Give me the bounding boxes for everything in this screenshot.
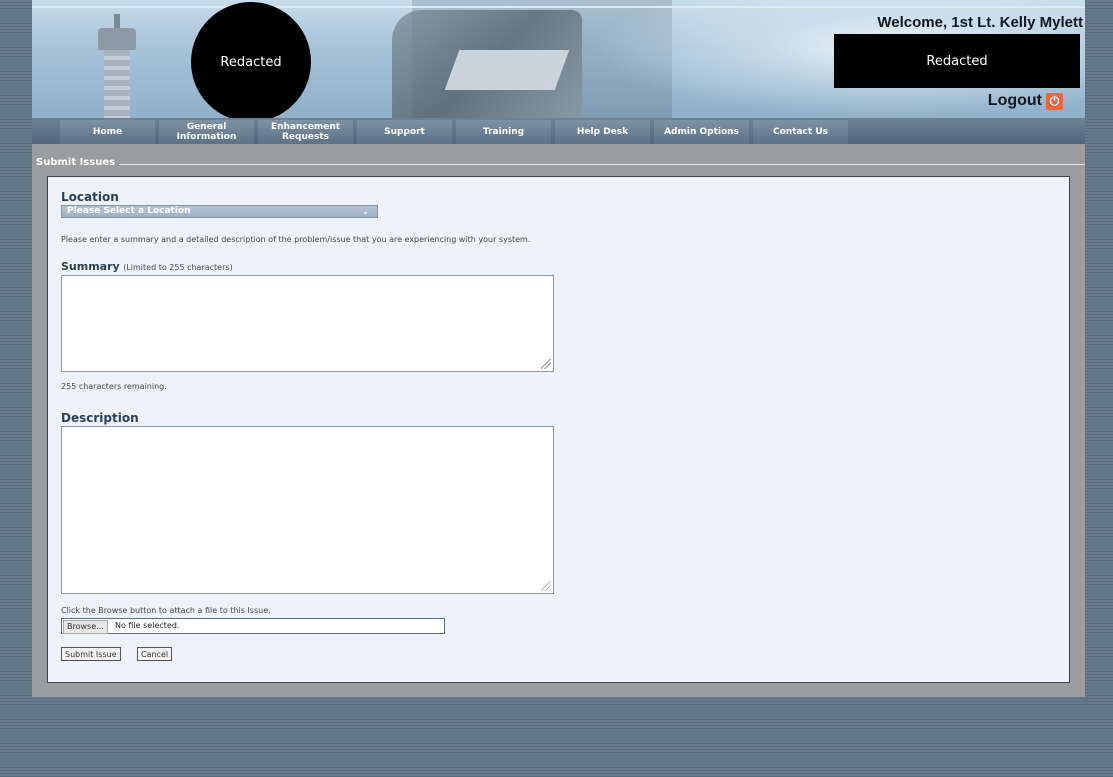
location-select[interactable]: Please Select a Location ⌄ (61, 205, 378, 218)
section-legend: Submit Issues (32, 157, 120, 168)
summary-textarea[interactable] (61, 275, 554, 372)
console-image (444, 50, 570, 90)
logout-label: Logout (987, 92, 1042, 109)
chars-remaining: 255 characters remaining. (61, 382, 167, 391)
nav-home[interactable]: Home (60, 120, 155, 144)
header-banner: Redacted Welcome, 1st Lt. Kelly Mylett R… (32, 0, 1085, 118)
chevron-down-icon: ⌄ (362, 207, 369, 216)
attach-instructions: Click the Browse button to attach a file… (61, 606, 271, 615)
file-input[interactable]: Browse... No file selected. (61, 618, 445, 634)
cancel-button[interactable]: Cancel (137, 647, 173, 661)
description-textarea[interactable] (61, 426, 554, 594)
nav-support[interactable]: Support (357, 120, 452, 144)
instructions-text: Please enter a summary and a detailed de… (61, 235, 531, 244)
main-nav: Home General Information Enhancement Req… (32, 118, 1085, 144)
nav-admin-options[interactable]: Admin Options (654, 120, 749, 144)
summary-label: Summary (61, 260, 120, 273)
submit-issue-button[interactable]: Submit Issue (61, 647, 121, 661)
resize-grip-icon[interactable] (541, 581, 551, 591)
banner-top-line (32, 6, 1085, 8)
location-label: Location (61, 190, 119, 204)
browse-button[interactable]: Browse... (63, 620, 108, 634)
summary-heading: Summary (Limited to 255 characters) (61, 260, 233, 273)
page-container: Redacted Welcome, 1st Lt. Kelly Mylett R… (32, 0, 1085, 697)
nav-help-desk[interactable]: Help Desk (555, 120, 650, 144)
redacted-box: Redacted (834, 34, 1080, 88)
file-status: No file selected. (115, 621, 180, 630)
resize-grip-icon[interactable] (541, 359, 551, 369)
nav-general-information[interactable]: General Information (159, 120, 254, 144)
nav-divider (32, 144, 1085, 158)
nav-contact-us[interactable]: Contact Us (753, 120, 848, 144)
nav-training[interactable]: Training (456, 120, 551, 144)
description-label: Description (61, 411, 139, 425)
submit-issue-form: Location Please Select a Location ⌄ Plea… (47, 176, 1070, 683)
summary-hint: (Limited to 255 characters) (123, 263, 233, 272)
logout-link[interactable]: Logout ⏻ (988, 92, 1063, 110)
logo-redacted: Redacted (191, 2, 311, 118)
fieldset-border (32, 164, 1085, 165)
nav-enhancement-requests[interactable]: Enhancement Requests (258, 120, 353, 144)
welcome-text: Welcome, 1st Lt. Kelly Mylett (877, 14, 1083, 31)
location-selected-value: Please Select a Location (67, 206, 191, 216)
power-icon[interactable]: ⏻ (1046, 92, 1063, 110)
control-tower-image (92, 14, 142, 118)
